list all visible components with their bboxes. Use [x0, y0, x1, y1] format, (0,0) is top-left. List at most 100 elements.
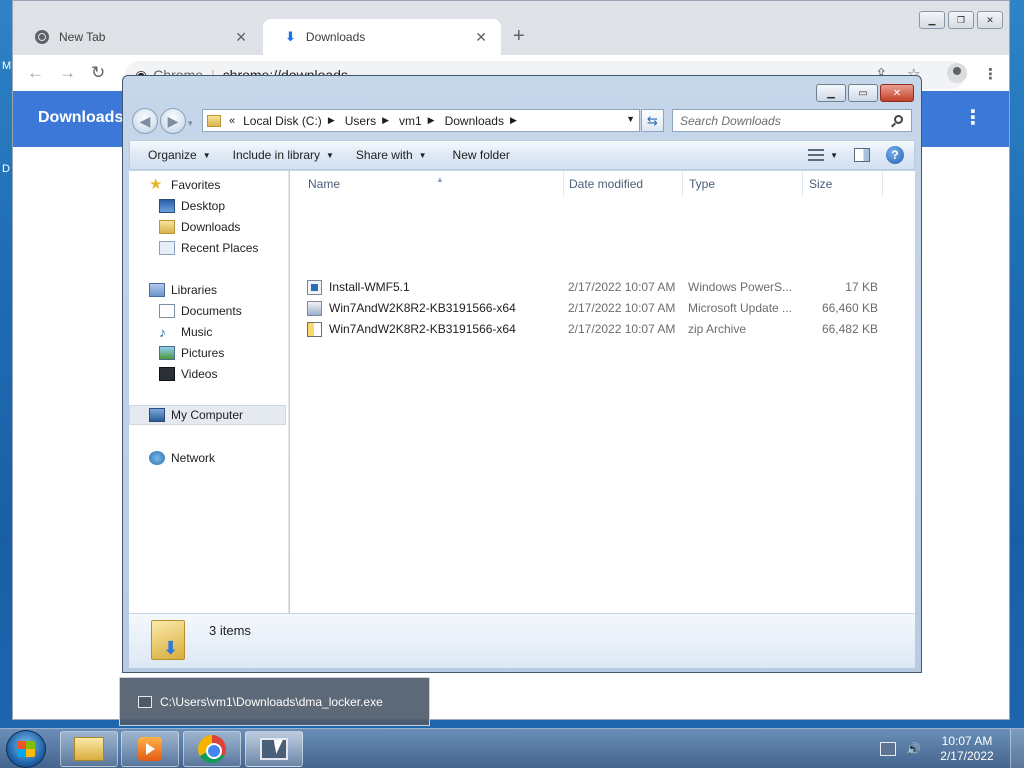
- computer-icon: [149, 408, 165, 422]
- file-size: 66,460 KB: [821, 301, 878, 315]
- chevron-right-icon[interactable]: ▶: [428, 115, 435, 126]
- column-header-type[interactable]: Type: [683, 171, 803, 197]
- share-with-label: Share with: [355, 148, 413, 162]
- forward-arrow-icon[interactable]: →: [59, 63, 76, 83]
- help-icon[interactable]: ?: [886, 146, 904, 164]
- include-in-library-button[interactable]: Include in library ▼: [223, 148, 344, 162]
- refresh-button[interactable]: ⇆: [641, 109, 664, 132]
- file-row[interactable]: Win7AndW2K8R2-KB3191566-x64 2/17/2022 10…: [290, 298, 900, 319]
- close-button[interactable]: ✕: [880, 84, 914, 102]
- clock-time: 10:07 AM: [941, 734, 993, 748]
- file-row[interactable]: Win7AndW2K8R2-KB3191566-x64 2/17/2022 10…: [290, 319, 900, 340]
- forward-button[interactable]: ▶: [160, 108, 186, 134]
- nav-libraries[interactable]: Libraries: [149, 280, 217, 300]
- item-count: 3 items: [209, 623, 251, 638]
- explorer-window-controls: ▁ ▭ ✕: [816, 84, 914, 102]
- overflow-chevron[interactable]: «: [229, 115, 235, 127]
- file-size: 17 KB: [845, 280, 878, 294]
- reload-icon[interactable]: ↻: [91, 63, 105, 83]
- taskbar-tooltip[interactable]: C:\Users\vm1\Downloads\dma_locker.exe: [119, 677, 430, 726]
- file-size: 66,482 KB: [821, 322, 878, 336]
- nav-label: My Computer: [171, 408, 244, 422]
- windows-logo-icon: [17, 741, 35, 757]
- nav-videos[interactable]: Videos: [159, 364, 217, 384]
- maximize-button[interactable]: ▭: [848, 84, 878, 102]
- network-status-icon[interactable]: [880, 742, 896, 756]
- restore-button[interactable]: ❐: [948, 11, 974, 29]
- breadcrumb-users[interactable]: Users: [345, 114, 376, 128]
- nav-label: Recent Places: [181, 241, 259, 255]
- nav-label: Favorites: [171, 178, 221, 192]
- recent-pages-chevron-icon[interactable]: ▾: [188, 118, 193, 134]
- address-dropdown-icon[interactable]: ▼: [626, 114, 635, 124]
- column-header-name[interactable]: ▲ Name: [302, 171, 564, 197]
- search-input[interactable]: [680, 113, 880, 128]
- search-icon[interactable]: [894, 115, 903, 124]
- profile-avatar-icon[interactable]: [947, 63, 967, 83]
- show-desktop-button[interactable]: [1010, 729, 1024, 768]
- nav-network[interactable]: Network: [149, 448, 215, 468]
- breadcrumb-downloads[interactable]: Downloads: [445, 114, 504, 128]
- close-tab-icon[interactable]: ✕: [235, 29, 247, 46]
- preview-pane-icon[interactable]: [854, 148, 870, 162]
- column-label: Name: [308, 177, 341, 191]
- clock[interactable]: 10:07 AM 2/17/2022: [932, 734, 1002, 764]
- back-button[interactable]: ◀: [132, 108, 158, 134]
- minimize-button[interactable]: ▁: [816, 84, 846, 102]
- new-tab-button[interactable]: +: [513, 25, 525, 48]
- page-title: Downloads: [38, 109, 124, 126]
- new-folder-button[interactable]: New folder: [443, 148, 520, 162]
- address-row: ◀ ▶ ▾ « Local Disk (C:) ▶ Users ▶ vm1 ▶ …: [129, 108, 917, 134]
- tab-downloads[interactable]: ⬇ Downloads ✕: [263, 19, 501, 55]
- search-field[interactable]: [672, 109, 912, 132]
- nav-pictures[interactable]: Pictures: [159, 343, 224, 363]
- nav-label: Videos: [181, 367, 218, 381]
- breadcrumb-local-disk[interactable]: Local Disk (C:): [243, 114, 322, 128]
- nav-desktop[interactable]: Desktop: [159, 196, 225, 216]
- taskbar-media-player-button[interactable]: [121, 731, 179, 767]
- file-name: Win7AndW2K8R2-KB3191566-x64: [329, 301, 516, 315]
- nav-my-computer[interactable]: My Computer: [129, 405, 286, 425]
- tab-new-tab[interactable]: New Tab ✕: [13, 19, 261, 55]
- desktop-label-fragment: D: [2, 163, 10, 175]
- volume-icon[interactable]: 🔊: [906, 742, 922, 756]
- close-button[interactable]: ✕: [977, 11, 1003, 29]
- nav-downloads[interactable]: Downloads: [159, 217, 240, 237]
- nav-label: Documents: [181, 304, 242, 318]
- back-arrow-icon[interactable]: ←: [27, 63, 44, 83]
- tab-strip: New Tab ✕ ⬇ Downloads ✕ + ▁ ❐ ✕: [13, 1, 1009, 55]
- nav-recent-places[interactable]: Recent Places: [159, 238, 258, 258]
- organize-button[interactable]: Organize ▼: [138, 148, 221, 162]
- taskbar-dma-locker-button[interactable]: [245, 731, 303, 767]
- nav-label: Desktop: [181, 199, 226, 213]
- details-view-icon: [808, 149, 825, 161]
- nav-documents[interactable]: Documents: [159, 301, 242, 321]
- chevron-right-icon[interactable]: ▶: [382, 115, 389, 126]
- column-header-date-modified[interactable]: Date modified: [563, 171, 683, 197]
- taskbar-explorer-button[interactable]: [60, 731, 118, 767]
- breadcrumb[interactable]: « Local Disk (C:) ▶ Users ▶ vm1 ▶ Downlo…: [202, 109, 640, 132]
- recent-places-icon: [159, 241, 175, 255]
- nav-music[interactable]: ♪ Music: [159, 322, 212, 342]
- downloads-menu-icon[interactable]: ⋮: [963, 105, 983, 130]
- folder-icon: [74, 737, 104, 761]
- close-tab-icon[interactable]: ✕: [475, 29, 487, 46]
- tab-label: Downloads: [305, 30, 366, 44]
- new-folder-label: New folder: [452, 148, 510, 162]
- chrome-menu-icon[interactable]: ⋮: [983, 65, 998, 83]
- share-with-button[interactable]: Share with ▼: [346, 148, 437, 162]
- nav-favorites[interactable]: ★ Favorites: [149, 175, 220, 195]
- file-row[interactable]: Install-WMF5.1 2/17/2022 10:07 AM Window…: [290, 277, 900, 298]
- chevron-right-icon[interactable]: ▶: [328, 115, 335, 126]
- column-label: Type: [689, 177, 716, 191]
- change-view-button[interactable]: ▼: [808, 149, 838, 161]
- file-date: 2/17/2022 10:07 AM: [568, 280, 676, 294]
- column-label: Size: [809, 177, 833, 191]
- column-header-size[interactable]: Size: [803, 171, 883, 197]
- nav-label: Libraries: [171, 283, 218, 297]
- breadcrumb-vm1[interactable]: vm1: [399, 114, 422, 128]
- taskbar-chrome-button[interactable]: [183, 731, 241, 767]
- start-button[interactable]: [6, 730, 46, 768]
- chevron-right-icon[interactable]: ▶: [510, 115, 517, 126]
- minimize-button[interactable]: ▁: [919, 11, 945, 29]
